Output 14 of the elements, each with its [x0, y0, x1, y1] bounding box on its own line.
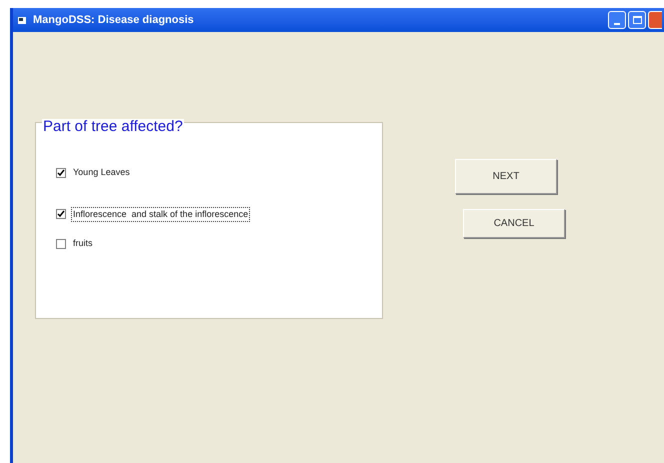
checkbox-label[interactable]: Young Leaves	[71, 165, 132, 180]
window-title: MangoDSS: Disease diagnosis	[33, 12, 194, 28]
group-title: Part of tree affected?	[42, 119, 184, 134]
checkbox-label[interactable]: Inflorescence and stalk of the inflorescence	[71, 206, 250, 222]
maximize-button[interactable]	[628, 11, 646, 29]
checkbox[interactable]	[56, 209, 66, 220]
close-button[interactable]	[648, 11, 662, 29]
dialog-button[interactable]: CANCEL	[463, 209, 565, 238]
minimize-button[interactable]	[608, 11, 626, 29]
dialog-button[interactable]: NEXT	[455, 159, 557, 194]
checkbox-label[interactable]: fruits	[71, 236, 95, 252]
checkbox[interactable]	[56, 168, 66, 178]
checkbox[interactable]	[56, 238, 66, 249]
app-icon	[17, 16, 27, 24]
